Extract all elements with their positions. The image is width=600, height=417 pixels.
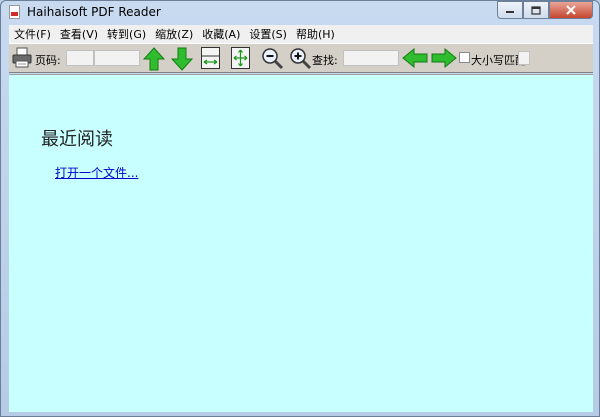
- page-total-field: [94, 50, 140, 66]
- window-title: Haihaisoft PDF Reader: [27, 5, 161, 19]
- page-label: 页码:: [35, 54, 61, 67]
- window-controls: [497, 1, 593, 19]
- toolbar-end-field: [518, 51, 530, 65]
- fit-width-glyph: [202, 55, 219, 65]
- menu-view[interactable]: 查看(V): [56, 26, 102, 42]
- menu-settings[interactable]: 设置(S): [245, 26, 291, 42]
- page-down-icon[interactable]: [171, 47, 193, 71]
- menu-zoom[interactable]: 缩放(Z): [151, 26, 197, 42]
- app-window: Haihaisoft PDF Reader 文件(F) 查看(V) 转到(G) …: [0, 0, 600, 417]
- zoom-in-icon[interactable]: [289, 47, 313, 71]
- fit-page-glyph: [233, 49, 248, 67]
- minimize-button[interactable]: [497, 1, 523, 19]
- open-file-link[interactable]: 打开一个文件...: [55, 164, 138, 181]
- find-input[interactable]: [343, 50, 399, 66]
- fit-width-icon[interactable]: [201, 47, 220, 69]
- menu-file[interactable]: 文件(F): [10, 26, 55, 42]
- find-next-icon[interactable]: [431, 48, 457, 68]
- menu-favorites[interactable]: 收藏(A): [198, 26, 244, 42]
- fit-page-icon[interactable]: [231, 47, 250, 69]
- minimize-icon: [506, 11, 514, 13]
- menu-goto[interactable]: 转到(G): [103, 26, 150, 42]
- zoom-out-icon[interactable]: [261, 47, 285, 71]
- menu-help[interactable]: 帮助(H): [292, 26, 339, 42]
- find-prev-icon[interactable]: [402, 48, 428, 68]
- pdf-app-icon: [9, 5, 20, 19]
- menu-bar: 文件(F) 查看(V) 转到(G) 缩放(Z) 收藏(A) 设置(S) 帮助(H…: [9, 25, 593, 43]
- maximize-icon: [531, 5, 541, 15]
- recent-reading-heading: 最近阅读: [41, 129, 113, 150]
- maximize-button[interactable]: [523, 1, 549, 19]
- printer-icon[interactable]: [11, 47, 33, 69]
- close-button[interactable]: [549, 1, 593, 19]
- toolbar: 页码: 查找: 大小写匹配: [9, 43, 593, 73]
- match-case-checkbox[interactable]: [459, 52, 470, 63]
- find-label: 查找:: [312, 54, 338, 67]
- close-icon: [566, 5, 576, 15]
- title-bar[interactable]: Haihaisoft PDF Reader: [1, 1, 599, 23]
- page-number-input[interactable]: [66, 50, 94, 66]
- page-up-icon[interactable]: [143, 47, 165, 71]
- main-content: 最近阅读 打开一个文件...: [9, 74, 593, 412]
